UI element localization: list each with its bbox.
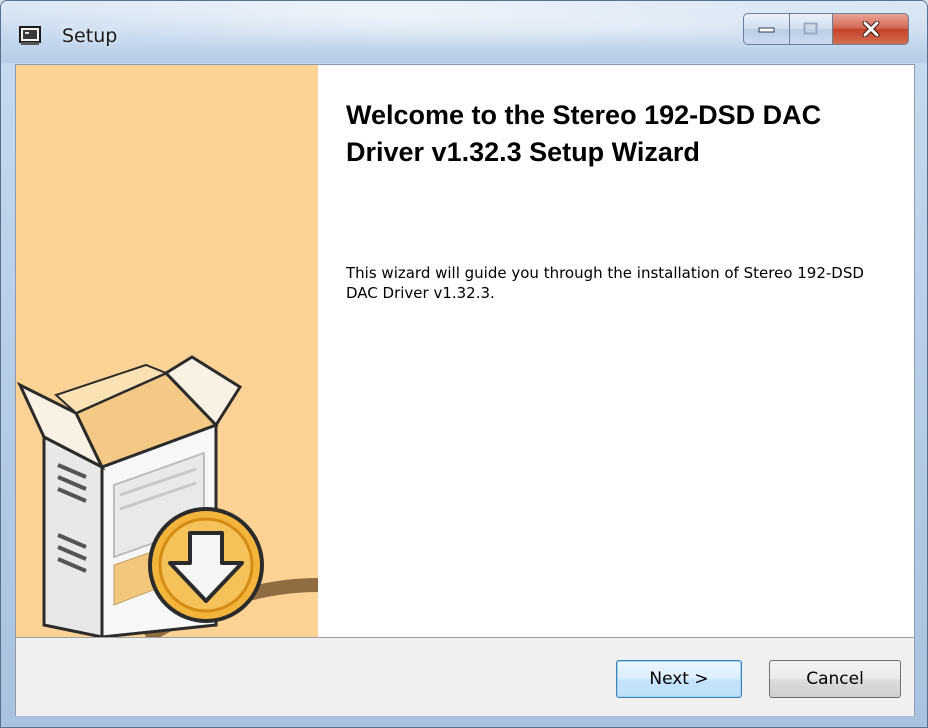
welcome-description: This wizard will guide you through the i… bbox=[346, 264, 864, 302]
caption-buttons bbox=[743, 13, 909, 45]
maximize-icon bbox=[803, 22, 818, 35]
wizard-button-bar: Next > Cancel bbox=[16, 637, 914, 716]
installer-box-download-icon bbox=[16, 355, 318, 637]
maximize-button[interactable] bbox=[789, 13, 833, 45]
next-button[interactable]: Next > bbox=[616, 660, 742, 698]
minimize-button[interactable] bbox=[743, 13, 789, 45]
cancel-button[interactable]: Cancel bbox=[769, 660, 901, 698]
setup-app-icon bbox=[19, 26, 41, 45]
minimize-icon bbox=[758, 27, 774, 33]
window-title: Setup bbox=[62, 25, 118, 47]
welcome-content: Welcome to the Stereo 192-DSD DAC Driver… bbox=[346, 97, 886, 303]
welcome-heading: Welcome to the Stereo 192-DSD DAC Driver… bbox=[346, 100, 822, 167]
title-bar[interactable]: Setup bbox=[1, 1, 927, 63]
close-icon bbox=[862, 21, 879, 37]
wizard-side-panel bbox=[16, 65, 318, 637]
close-button[interactable] bbox=[833, 13, 909, 45]
wizard-client-area: Welcome to the Stereo 192-DSD DAC Driver… bbox=[15, 64, 915, 716]
setup-window: Setup Welcome to the Stereo 192-DSD DAC … bbox=[0, 0, 928, 728]
